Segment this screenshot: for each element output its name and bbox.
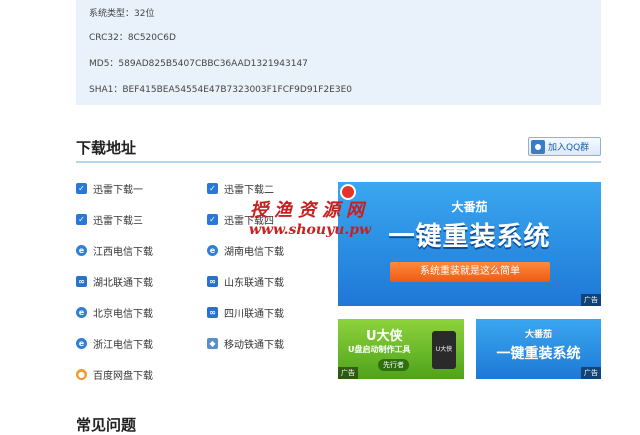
download-link-thunder-2[interactable]: ✓ 迅雷下载二 <box>207 181 274 196</box>
download-link-thunder-3[interactable]: ✓ 迅雷下载三 <box>76 212 143 227</box>
telecom-icon: e <box>76 307 87 318</box>
ad-tag: 广告 <box>581 294 601 306</box>
unicom-icon: ∞ <box>76 276 87 287</box>
ad-brand: 大番茄 <box>524 330 552 340</box>
section-divider <box>76 161 601 163</box>
baidu-pan-icon: ● <box>76 369 87 380</box>
file-info-panel: 系统类型：32位 CRC32：8C520C6D MD5：589AD825B540… <box>76 0 601 105</box>
ad-udaxia-pill: 先行者 <box>378 359 409 371</box>
watermark-line1: 授渔资源网 <box>250 200 370 221</box>
ad-banner-small-reinstall[interactable]: 大番茄 一键重装系统 广告 <box>476 319 601 379</box>
download-link-label: 迅雷下载三 <box>93 216 143 227</box>
unicom-icon: ∞ <box>207 307 218 318</box>
ad-tag: 广告 <box>338 367 358 379</box>
download-link-mobile-rail[interactable]: ◆ 移动铁通下载 <box>207 336 284 351</box>
site-watermark: 授渔资源网 www.shouyu.pw <box>220 196 400 238</box>
download-link-zhejiang-telecom[interactable]: e 浙江电信下载 <box>76 336 153 351</box>
download-link-label: 迅雷下载一 <box>93 185 143 196</box>
download-link-label: 北京电信下载 <box>93 309 153 320</box>
download-section-title: 下载地址 <box>76 139 137 157</box>
download-link-label: 湖南电信下载 <box>224 247 284 258</box>
ad-ribbon: 系统重装就是这么简单 <box>390 262 550 282</box>
crc32-text: CRC32：8C520C6D <box>89 33 176 43</box>
download-link-label: 四川联通下载 <box>224 309 284 320</box>
usb-drive-icon: U大侠 <box>432 331 456 369</box>
thunder-icon: ✓ <box>207 183 218 194</box>
md5-text: MD5：589AD825B5407CBBC36AAD1321943147 <box>89 59 308 69</box>
thunder-icon: ✓ <box>76 214 87 225</box>
faq-section-title: 常见问题 <box>76 416 137 434</box>
ad-tag: 广告 <box>581 367 601 379</box>
download-link-thunder-1[interactable]: ✓ 迅雷下载一 <box>76 181 143 196</box>
ad-banner-udaxia[interactable]: U大侠 U盘启动制作工具 先行者 U大侠 广告 <box>338 319 464 379</box>
qq-group-icon <box>531 139 545 154</box>
download-link-label: 百度网盘下载 <box>93 371 153 382</box>
download-link-hubei-unicom[interactable]: ∞ 湖北联通下载 <box>76 274 153 289</box>
download-link-label: 山东联通下载 <box>224 278 284 289</box>
sha1-text: SHA1：BEF415BEA54554E47B7323003F1FCF9D91F… <box>89 85 352 95</box>
download-link-sichuan-unicom[interactable]: ∞ 四川联通下载 <box>207 305 284 320</box>
qq-button-label: 加入QQ群 <box>548 143 590 153</box>
thunder-icon: ✓ <box>76 183 87 194</box>
download-link-label: 迅雷下载二 <box>224 185 274 196</box>
download-link-baidu-pan[interactable]: ● 百度网盘下载 <box>76 367 153 382</box>
download-link-beijing-telecom[interactable]: e 北京电信下载 <box>76 305 153 320</box>
download-link-label: 江西电信下载 <box>93 247 153 258</box>
unicom-icon: ∞ <box>207 276 218 287</box>
download-link-hunan-telecom[interactable]: e 湖南电信下载 <box>207 243 284 258</box>
download-link-label: 浙江电信下载 <box>93 340 153 351</box>
telecom-icon: e <box>207 245 218 256</box>
ad-udaxia-title: U大侠 <box>366 329 403 344</box>
system-type-text: 系统类型：32位 <box>89 9 155 19</box>
telecom-icon: e <box>76 245 87 256</box>
watermark-line2: www.shouyu.pw <box>248 222 372 238</box>
ad-udaxia-subtitle: U盘启动制作工具 <box>348 345 411 354</box>
mobile-rail-icon: ◆ <box>207 338 218 349</box>
download-link-jiangxi-telecom[interactable]: e 江西电信下载 <box>76 243 153 258</box>
telecom-icon: e <box>76 338 87 349</box>
download-link-label: 湖北联通下载 <box>93 278 153 289</box>
thunder-icon: ✓ <box>207 214 218 225</box>
ad-headline: 一键重装系统 <box>496 346 581 362</box>
join-qq-group-button[interactable]: 加入QQ群 <box>528 137 601 156</box>
download-link-label: 移动铁通下载 <box>224 340 284 351</box>
download-link-shandong-unicom[interactable]: ∞ 山东联通下载 <box>207 274 284 289</box>
